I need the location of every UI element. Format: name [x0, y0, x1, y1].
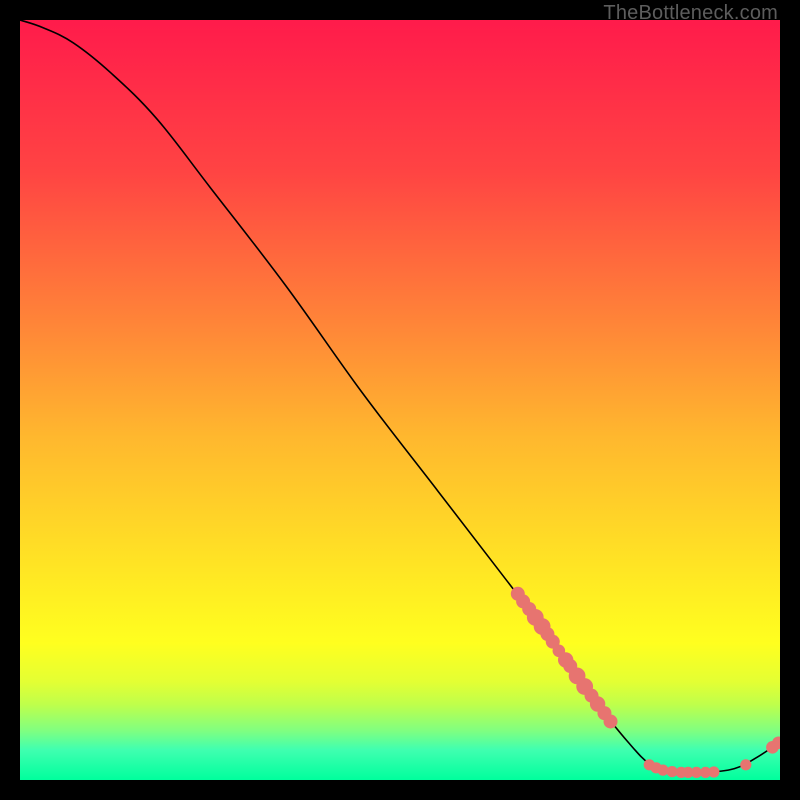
data-marker	[708, 766, 719, 777]
chart-svg	[20, 20, 780, 780]
data-marker	[604, 714, 618, 728]
chart-container: TheBottleneck.com	[0, 0, 800, 800]
gradient-background	[20, 20, 780, 780]
plot-area	[20, 20, 780, 780]
data-marker	[740, 759, 751, 770]
